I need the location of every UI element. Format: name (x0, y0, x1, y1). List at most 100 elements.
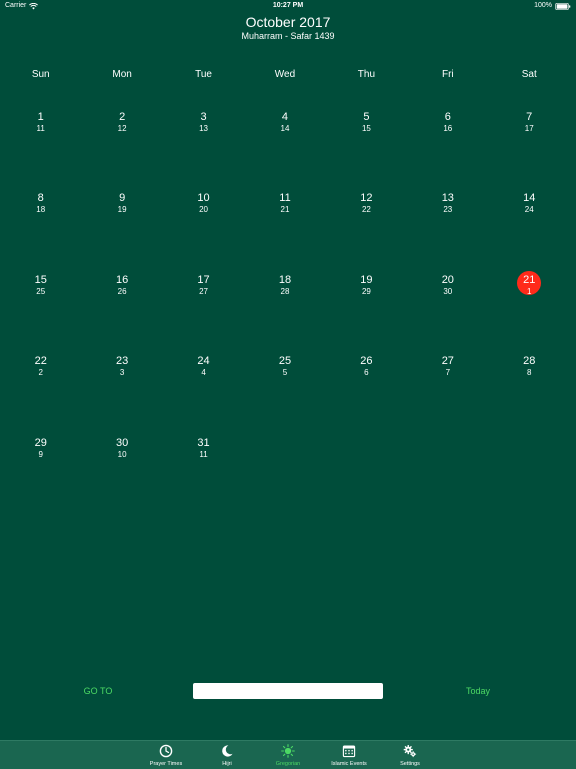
gregorian-day-number: 26 (360, 355, 373, 368)
tab-prayer-times[interactable]: Prayer Times (136, 741, 197, 769)
gregorian-day-number: 21 (523, 273, 536, 286)
tab-label: Hijri (222, 761, 232, 767)
hijri-day-number: 10 (117, 449, 127, 459)
week-row: 1 11 2 12 3 13 4 14 5 15 6 16 7 17 (0, 110, 576, 191)
day-cell[interactable]: 27 7 (407, 354, 488, 384)
gregorian-day-number: 18 (278, 273, 292, 286)
sun-icon (281, 744, 295, 758)
tab-label: Settings (400, 761, 420, 767)
gregorian-day-number: 5 (363, 111, 370, 123)
month-title: October 2017 (245, 14, 331, 30)
status-right: 100% (534, 0, 571, 12)
day-cell[interactable]: 14 24 (489, 191, 570, 221)
gregorian-day-number: 12 (360, 192, 373, 205)
empty-day-cell (244, 436, 325, 466)
day-cell[interactable]: 24 4 (163, 354, 244, 384)
day-cell[interactable]: 21 1 (489, 270, 570, 303)
day-cell[interactable]: 15 25 (0, 273, 81, 303)
tab-islamic-events[interactable]: Islamic Events (319, 741, 380, 769)
hijri-day-number: 20 (199, 205, 208, 215)
day-cell[interactable]: 3 13 (163, 110, 244, 140)
week-row: 8 18 9 19 10 20 11 21 12 22 13 23 14 24 (0, 191, 576, 272)
battery-percent: 100% (534, 2, 552, 9)
tab-settings[interactable]: Settings (380, 741, 441, 769)
goto-button[interactable]: GO TO (60, 684, 136, 698)
hijri-day-number: 28 (280, 286, 290, 296)
goto-date-input[interactable] (193, 683, 383, 699)
hijri-day-number: 23 (443, 205, 453, 215)
day-cell[interactable]: 28 8 (489, 354, 570, 384)
gregorian-day-number: 30 (116, 436, 129, 449)
hijri-day-number: 4 (201, 368, 206, 378)
hijri-day-number: 2 (38, 368, 43, 378)
gregorian-day-number: 9 (119, 192, 126, 205)
hijri-day-number: 19 (117, 205, 127, 215)
battery-icon (555, 2, 571, 10)
hijri-day-number: 18 (36, 205, 46, 215)
day-cell[interactable]: 4 14 (244, 110, 325, 140)
day-cell[interactable]: 13 23 (407, 191, 488, 221)
hijri-day-number: 25 (36, 286, 46, 296)
gregorian-day-number: 29 (34, 436, 47, 449)
day-cell[interactable]: 9 19 (81, 191, 162, 221)
hijri-day-number: 22 (361, 205, 371, 215)
gregorian-day-number: 6 (444, 111, 451, 123)
hijri-day-number: 26 (117, 286, 127, 296)
weekday-label: Fri (441, 69, 454, 80)
day-cell[interactable]: 6 16 (407, 110, 488, 140)
gregorian-day-number: 15 (34, 273, 47, 286)
weekday-header-row: Sun Mon Tue Wed Thu Fri Sat (0, 68, 576, 82)
day-cell[interactable]: 29 9 (0, 436, 81, 466)
week-row: 29 9 30 10 31 11 (0, 436, 576, 517)
weekday-label: Sat (521, 69, 537, 80)
status-bar: Carrier 10:27 PM 100% (0, 0, 576, 12)
day-cell[interactable]: 10 20 (163, 191, 244, 221)
day-cell[interactable]: 30 10 (81, 436, 162, 466)
gregorian-day-number: 4 (281, 111, 289, 123)
hijri-day-number: 11 (36, 124, 45, 133)
empty-day-cell (407, 436, 488, 466)
weekday-label: Mon (112, 69, 132, 80)
gregorian-day-number: 17 (197, 273, 210, 286)
day-cell[interactable]: 5 15 (326, 110, 407, 140)
tab-hijri[interactable]: Hijri (197, 741, 258, 769)
day-cell[interactable]: 16 26 (81, 273, 162, 303)
gregorian-day-number: 1 (37, 111, 44, 123)
calendar-grid: 1 11 2 12 3 13 4 14 5 15 6 16 7 17 8 18 9 19 10 20 11 21 12 22 1… (0, 110, 576, 517)
gregorian-day-number: 24 (197, 355, 210, 368)
day-cell[interactable]: 25 5 (244, 354, 325, 384)
day-cell[interactable]: 17 27 (163, 273, 244, 303)
hijri-day-number: 11 (199, 449, 208, 459)
tab-label: Prayer Times (149, 761, 183, 767)
day-cell[interactable]: 8 18 (0, 191, 81, 221)
day-cell[interactable]: 22 2 (0, 354, 81, 384)
day-cell[interactable]: 2 12 (81, 110, 162, 140)
tab-gregorian[interactable]: Gregorian (258, 741, 319, 769)
gregorian-day-number: 19 (360, 273, 373, 286)
gregorian-day-number: 2 (119, 111, 126, 123)
day-cell[interactable]: 20 30 (407, 273, 488, 303)
day-cell[interactable]: 18 28 (244, 273, 325, 303)
day-cell[interactable]: 11 21 (244, 191, 325, 221)
hijri-day-number: 1 (527, 286, 532, 296)
empty-day-cell (326, 436, 407, 466)
today-button[interactable]: Today (440, 684, 516, 698)
gregorian-day-number: 16 (116, 273, 129, 286)
day-cell[interactable]: 12 22 (326, 191, 407, 221)
day-cell[interactable]: 31 11 (163, 436, 244, 466)
day-cell[interactable]: 7 17 (489, 110, 570, 140)
weekday-label: Tue (195, 69, 212, 80)
hijri-day-number: 5 (282, 368, 288, 378)
crescent-moon-icon (222, 745, 233, 757)
day-cell[interactable]: 26 6 (326, 354, 407, 384)
gregorian-day-number: 28 (523, 355, 536, 368)
weekday-label: Sun (31, 69, 50, 80)
calendar-icon (342, 745, 356, 758)
day-cell[interactable]: 19 29 (326, 273, 407, 303)
status-time: 10:27 PM (272, 2, 304, 9)
hijri-day-number: 29 (361, 286, 371, 296)
day-cell[interactable]: 1 11 (0, 110, 81, 140)
hijri-day-number: 14 (280, 124, 290, 133)
gregorian-day-number: 14 (523, 192, 536, 205)
day-cell[interactable]: 23 3 (81, 354, 162, 384)
